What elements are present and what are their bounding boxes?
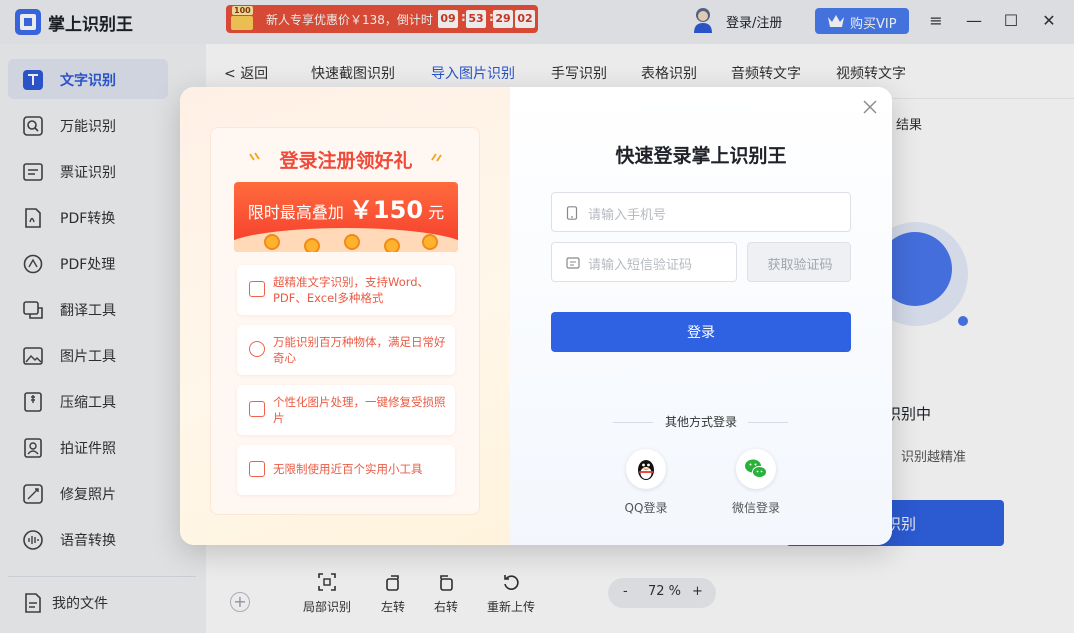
qq-penguin-icon	[638, 460, 654, 480]
wechat-login-button[interactable]: 微信登录	[721, 449, 791, 519]
image-icon	[249, 401, 265, 417]
login-button[interactable]: 登录	[551, 312, 851, 352]
sparkle-icon	[431, 153, 442, 162]
wechat-icon	[745, 459, 767, 478]
phone-icon	[566, 206, 578, 220]
discount-banner: 限时最高叠加 ￥150 元	[234, 182, 458, 252]
promo-card: 登录注册领好礼 限时最高叠加 ￥150 元 超精准文字识别，支持Word、PDF…	[210, 127, 480, 515]
promo-panel: 登录注册领好礼 限时最高叠加 ￥150 元 超精准文字识别，支持Word、PDF…	[180, 87, 510, 545]
divider-line	[748, 422, 788, 423]
sms-code-placeholder: 请输入短信验证码	[588, 258, 693, 273]
feature-item: 个性化图片处理，一键修复受损照片	[237, 385, 455, 435]
close-modal-icon[interactable]	[862, 99, 878, 115]
message-icon	[566, 257, 580, 269]
banner-unit: 元	[428, 203, 445, 222]
feature-item: 万能识别百万种物体，满足日常好奇心	[237, 325, 455, 375]
banner-amount: ￥150	[348, 196, 424, 224]
login-form-panel: 快速登录掌上识别王 请输入手机号 请输入短信验证码 获取验证码 登录 其他方式登…	[510, 87, 892, 545]
feature-item: 超精准文字识别，支持Word、PDF、Excel多种格式	[237, 265, 455, 315]
sms-code-input[interactable]: 请输入短信验证码	[551, 242, 737, 282]
login-title: 快速登录掌上识别王	[615, 145, 787, 167]
eye-icon	[249, 341, 265, 357]
phone-placeholder: 请输入手机号	[588, 208, 667, 223]
feature-item: 无限制使用近百个实用小工具	[237, 445, 455, 495]
text-t-icon	[249, 281, 265, 297]
other-login-title: 其他方式登录	[664, 415, 737, 429]
phone-input[interactable]: 请输入手机号	[551, 192, 851, 232]
toolbox-icon	[249, 461, 265, 477]
qq-login-button[interactable]: QQ登录	[611, 449, 681, 519]
get-code-button[interactable]: 获取验证码	[747, 242, 851, 282]
banner-prefix: 限时最高叠加	[247, 203, 344, 222]
login-modal: 登录注册领好礼 限时最高叠加 ￥150 元 超精准文字识别，支持Word、PDF…	[180, 87, 892, 545]
